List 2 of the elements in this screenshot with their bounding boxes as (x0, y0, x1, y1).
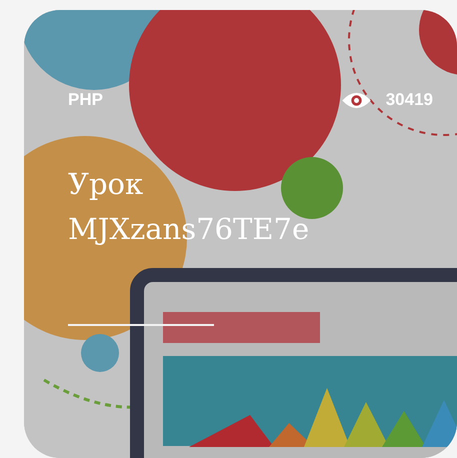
category-label[interactable]: PHP (68, 90, 103, 110)
view-count: 30419 (386, 90, 433, 110)
